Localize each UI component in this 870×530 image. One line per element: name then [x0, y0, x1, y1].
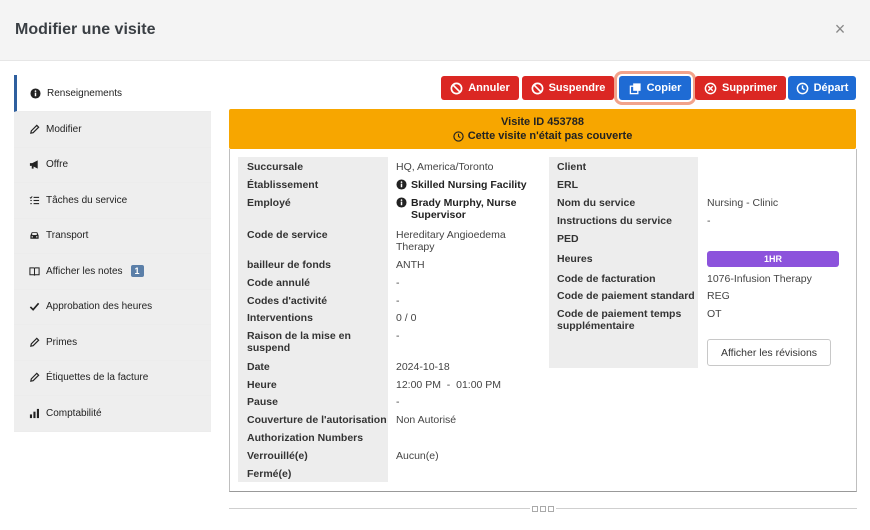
- value-verrouille: Aucun(e): [396, 450, 439, 462]
- label-codes-activite: Codes d'activité: [247, 295, 328, 307]
- label-authorization-numbers: Authorization Numbers: [247, 432, 364, 444]
- info-icon: [29, 87, 41, 99]
- label-heure: Heure: [247, 379, 277, 391]
- modal-title: Modifier une visite: [15, 21, 156, 38]
- show-revisions-button[interactable]: Afficher les révisions: [707, 339, 831, 366]
- sidebar-item-label: Afficher les notes: [46, 265, 123, 277]
- sidebar-item-approbation[interactable]: Approbation des heures: [14, 289, 211, 325]
- sidebar-item-label: Renseignements: [47, 87, 123, 99]
- label-erl: ERL: [557, 179, 578, 191]
- clock-icon: [453, 130, 464, 142]
- info-icon: [396, 179, 407, 190]
- annuler-button[interactable]: Annuler: [441, 76, 519, 100]
- sidebar: Renseignements Modifier Offre Tâches du …: [14, 75, 211, 432]
- value-pause: -: [396, 396, 400, 408]
- close-icon[interactable]: ×: [831, 19, 849, 39]
- sidebar-item-modifier[interactable]: Modifier: [14, 112, 211, 148]
- bar-chart-icon: [28, 407, 40, 419]
- label-instructions: Instructions du service: [557, 215, 672, 227]
- label-etablissement: Établissement: [247, 179, 319, 191]
- hours-badge: 1HR: [707, 251, 839, 267]
- ban-icon: [450, 82, 463, 94]
- sidebar-item-label: Approbation des heures: [46, 301, 153, 313]
- label-heures: Heures: [557, 253, 593, 265]
- suspendre-button[interactable]: Suspendre: [522, 76, 614, 100]
- visit-details: Succursale Établissement Employé Code de…: [229, 149, 857, 492]
- label-code-paiement-supp: Code de paiement temps supplémentaire: [557, 308, 682, 332]
- clock-icon: [796, 82, 808, 94]
- value-interventions: 0 / 0: [396, 312, 417, 324]
- copier-button[interactable]: Copier: [614, 71, 696, 105]
- pencil-icon: [28, 336, 40, 348]
- sidebar-item-label: Étiquettes de la facture: [46, 372, 149, 384]
- modal-header: Modifier une visite ×: [0, 0, 870, 61]
- car-icon: [28, 230, 40, 242]
- sidebar-item-label: Offre: [46, 159, 69, 171]
- sidebar-item-label: Comptabilité: [46, 407, 102, 419]
- label-raison-suspend: Raison de la mise en suspend: [247, 330, 351, 354]
- check-icon: [28, 301, 40, 313]
- value-code-service: Hereditary Angioedema Therapy: [396, 229, 506, 253]
- sidebar-item-primes[interactable]: Primes: [14, 325, 211, 361]
- value-code-facturation: 1076-Infusion Therapy: [707, 273, 812, 285]
- sidebar-item-label: Transport: [46, 230, 89, 242]
- label-succursale: Succursale: [247, 161, 304, 173]
- value-code-annule: -: [396, 277, 400, 289]
- value-code-paiement-supp: OT: [707, 308, 722, 320]
- label-employe: Employé: [247, 197, 291, 209]
- value-instructions: -: [707, 215, 711, 227]
- sidebar-item-comptabilite[interactable]: Comptabilité: [14, 396, 211, 432]
- label-code-service: Code de service: [247, 229, 328, 241]
- megaphone-icon: [28, 159, 40, 171]
- depart-button[interactable]: Départ: [788, 76, 856, 100]
- coverage-status: Cette visite n'était pas couverte: [467, 130, 633, 142]
- label-code-paiement-standard: Code de paiement standard: [557, 290, 695, 302]
- label-date: Date: [247, 361, 270, 373]
- pencil-icon: [28, 123, 40, 135]
- visit-banner: Visite ID 453788 Cette visite n'était pa…: [229, 109, 856, 149]
- value-raison-suspend: -: [396, 330, 400, 342]
- sidebar-item-offre[interactable]: Offre: [14, 147, 211, 183]
- value-etablissement: Skilled Nursing Facility: [396, 179, 527, 191]
- label-code-annule: Code annulé: [247, 277, 311, 289]
- value-code-paiement-standard: REG: [707, 290, 730, 302]
- resize-grip-icon[interactable]: [530, 505, 556, 513]
- sidebar-item-label: Primes: [46, 336, 78, 348]
- sidebar-item-transport[interactable]: Transport: [14, 218, 211, 254]
- value-date: 2024-10-18: [396, 361, 450, 373]
- label-ped: PED: [557, 233, 579, 245]
- notes-count-badge: 1: [130, 265, 144, 278]
- value-couverture: Non Autorisé: [396, 414, 457, 426]
- label-ferme: Fermé(e): [247, 468, 292, 480]
- pencil-icon: [28, 372, 40, 384]
- label-verrouille: Verrouillé(e): [247, 450, 308, 462]
- visit-id: Visite ID 453788: [501, 116, 584, 128]
- times-circle-icon: [704, 82, 717, 94]
- sidebar-item-taches[interactable]: Tâches du service: [14, 183, 211, 219]
- label-client: Client: [557, 161, 587, 173]
- label-nom-service: Nom du service: [557, 197, 636, 209]
- value-heure: 12:00 PM - 01:00 PM: [396, 379, 502, 391]
- sidebar-item-renseignements[interactable]: Renseignements: [14, 75, 211, 112]
- sidebar-item-label: Tâches du service: [46, 194, 128, 206]
- sidebar-item-label: Modifier: [46, 123, 82, 135]
- value-bailleur: ANTH: [396, 259, 425, 271]
- sidebar-item-notes[interactable]: Afficher les notes 1: [14, 254, 211, 290]
- label-interventions: Interventions: [247, 312, 313, 324]
- value-employe: Brady Murphy, Nurse Supervisor: [396, 197, 536, 221]
- supprimer-button[interactable]: Supprimer: [695, 76, 786, 100]
- sidebar-item-etiquettes[interactable]: Étiquettes de la facture: [14, 360, 211, 396]
- book-icon: [28, 265, 40, 277]
- value-succursale: HQ, America/Toronto: [396, 161, 494, 173]
- value-codes-activite: -: [396, 295, 400, 307]
- value-nom-service: Nursing - Clinic: [707, 197, 779, 209]
- info-icon: [396, 197, 407, 208]
- copy-icon: [629, 82, 641, 94]
- label-code-facturation: Code de facturation: [557, 273, 656, 285]
- label-bailleur: bailleur de fonds: [247, 259, 332, 271]
- ban-icon: [531, 82, 544, 94]
- list-icon: [28, 194, 40, 206]
- label-pause: Pause: [247, 396, 278, 408]
- label-couverture: Couverture de l'autorisation: [247, 414, 387, 426]
